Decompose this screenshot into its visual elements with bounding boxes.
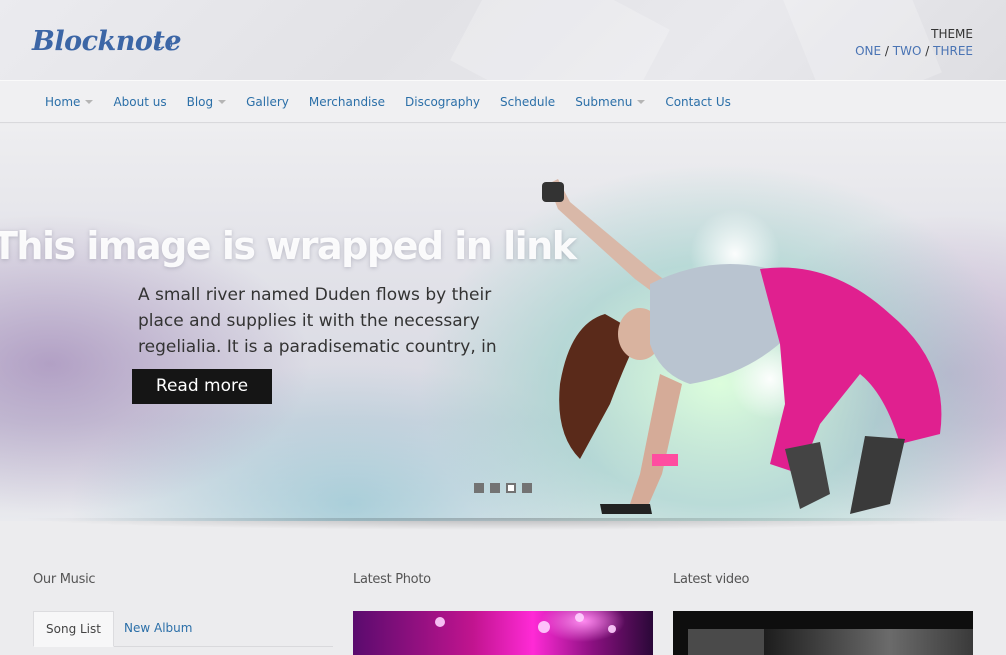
- stage-light: [608, 625, 616, 633]
- theme-separator: /: [925, 44, 930, 58]
- stage-light: [435, 617, 445, 627]
- our-music-heading: Our Music: [33, 572, 96, 587]
- chevron-down-icon: [637, 100, 646, 104]
- music-tabs: Song List New Album: [33, 611, 333, 647]
- nav-item-label: Blog: [186, 95, 214, 109]
- slide-dot-1[interactable]: [474, 483, 484, 493]
- dancer-hand: [600, 504, 652, 514]
- tab-new-album[interactable]: New Album: [112, 611, 204, 647]
- nav-item-label: Schedule: [500, 95, 556, 109]
- latest-video-player[interactable]: [673, 611, 973, 655]
- main-nav: Home About us Blog Gallery Merchandise D…: [0, 80, 1006, 123]
- logo-version: 2.0: [154, 37, 174, 51]
- nav-item-label: Gallery: [246, 95, 289, 109]
- dancer-shoe: [785, 442, 830, 509]
- dancer-shoe: [850, 436, 905, 514]
- nav-item-label: About us: [113, 95, 167, 109]
- hero-slider[interactable]: This image is wrapped in link A small ri…: [0, 124, 1006, 521]
- slide-dot-4[interactable]: [522, 483, 532, 493]
- theme-switcher: THEME ONE / TWO / THREE: [855, 27, 973, 58]
- nav-item-label: Merchandise: [308, 95, 386, 109]
- video-frame: [764, 629, 973, 655]
- nav-item-submenu[interactable]: Submenu: [575, 95, 646, 109]
- dancer-image[interactable]: [530, 174, 970, 521]
- slide-title-link[interactable]: This image is wrapped in link: [0, 224, 577, 268]
- chevron-down-icon: [218, 100, 227, 104]
- theme-separator: /: [884, 44, 889, 58]
- nav-item-home[interactable]: Home: [45, 95, 94, 109]
- dancer-glove: [542, 182, 564, 202]
- chevron-down-icon: [85, 100, 94, 104]
- nav-item-contact-us[interactable]: Contact Us: [665, 95, 731, 109]
- theme-label: THEME: [931, 27, 973, 41]
- nav-item-discography[interactable]: Discography: [405, 95, 480, 109]
- nav-item-schedule[interactable]: Schedule: [500, 95, 555, 109]
- stage-light: [538, 621, 550, 633]
- latest-photo-image[interactable]: [353, 611, 653, 655]
- dancer-wristband: [652, 454, 678, 466]
- slide-description: A small river named Duden flows by their…: [138, 285, 497, 357]
- tab-song-list[interactable]: Song List: [33, 611, 114, 647]
- header-background-facet: [450, 0, 670, 80]
- nav-item-label: Discography: [405, 95, 481, 109]
- stage-light: [575, 613, 584, 622]
- slider-shadow: [20, 518, 986, 542]
- dancer-pants: [760, 267, 942, 474]
- dancer-arm: [630, 374, 682, 506]
- site-header: Blocknote 2.0 THEME ONE / TWO / THREE: [0, 0, 1006, 80]
- video-frame: [688, 629, 764, 655]
- theme-one-link[interactable]: ONE: [855, 44, 881, 58]
- nav-item-merchandise[interactable]: Merchandise: [309, 95, 385, 109]
- nav-item-label: Submenu: [575, 95, 633, 109]
- latest-video-heading: Latest video: [673, 572, 750, 587]
- theme-three-link[interactable]: THREE: [933, 44, 973, 58]
- slide-dot-2[interactable]: [490, 483, 500, 493]
- nav-item-blog[interactable]: Blog: [187, 95, 227, 109]
- slider-pagination: [474, 483, 538, 493]
- nav-item-gallery[interactable]: Gallery: [246, 95, 289, 109]
- theme-two-link[interactable]: TWO: [893, 44, 922, 58]
- read-more-button[interactable]: Read more: [132, 369, 272, 404]
- nav-item-about-us[interactable]: About us: [113, 95, 166, 109]
- nav-item-label: Contact Us: [665, 95, 731, 109]
- latest-photo-heading: Latest Photo: [353, 572, 431, 587]
- slide-dot-3-active[interactable]: [506, 483, 516, 493]
- nav-item-label: Home: [45, 95, 81, 109]
